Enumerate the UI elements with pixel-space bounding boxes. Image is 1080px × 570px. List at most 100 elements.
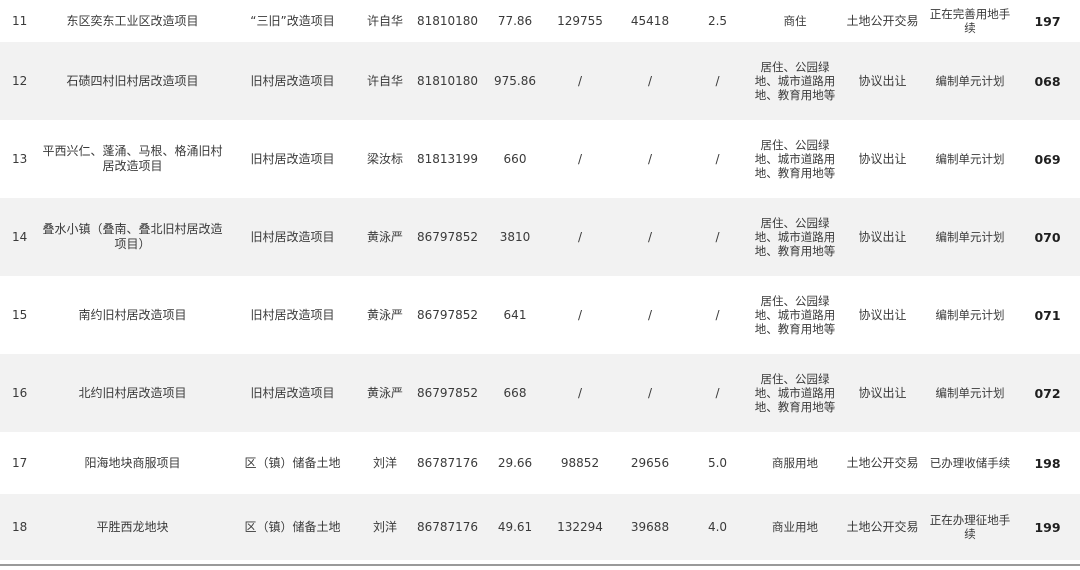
value-3: / [685, 276, 750, 354]
project-status: 正在完善用地手续 [925, 0, 1015, 42]
value-2: 39688 [615, 494, 685, 560]
value-2: / [615, 276, 685, 354]
phone-number: 81810180 [410, 42, 485, 120]
phone-number: 86797852 [410, 198, 485, 276]
land-use: 居住、公园绿地、城市道路用地、教育用地等 [750, 354, 840, 432]
transfer-method: 土地公开交易 [840, 432, 925, 494]
value-2: 29656 [615, 432, 685, 494]
project-code: 199 [1015, 494, 1080, 560]
phone-number: 86797852 [410, 276, 485, 354]
value-2: / [615, 354, 685, 432]
value-3: / [685, 42, 750, 120]
value-1: 98852 [545, 432, 615, 494]
project-type: 区（镇）储备土地 [225, 432, 360, 494]
value-3: / [685, 354, 750, 432]
row-number: 16 [0, 354, 40, 432]
row-number: 14 [0, 198, 40, 276]
project-code: 071 [1015, 276, 1080, 354]
land-use: 商业用地 [750, 494, 840, 560]
table-row: 14 叠水小镇（叠南、叠北旧村居改造项目） 旧村居改造项目 黄泳严 86797852 38… [0, 198, 1080, 276]
project-status: 编制单元计划 [925, 198, 1015, 276]
value-3: / [685, 120, 750, 198]
area-value: 49.61 [485, 494, 545, 560]
table-row: 18 平胜西龙地块 区（镇）储备土地 刘洋 86787176 49.61 132294 396… [0, 494, 1080, 560]
area-value: 77.86 [485, 0, 545, 42]
row-number: 15 [0, 276, 40, 354]
phone-number: 86787176 [410, 494, 485, 560]
project-status: 正在办理征地手续 [925, 494, 1015, 560]
project-type: 旧村居改造项目 [225, 354, 360, 432]
project-name: 平西兴仁、蓬涌、马根、格涌旧村居改造项目 [40, 120, 225, 198]
project-status: 编制单元计划 [925, 42, 1015, 120]
row-number: 11 [0, 0, 40, 42]
table-row: 17 阳海地块商服项目 区（镇）储备土地 刘洋 86787176 29.66 98852 29… [0, 432, 1080, 494]
project-code: 197 [1015, 0, 1080, 42]
project-code: 069 [1015, 120, 1080, 198]
area-value: 3810 [485, 198, 545, 276]
land-use: 居住、公园绿地、城市道路用地、教育用地等 [750, 198, 840, 276]
value-1: / [545, 120, 615, 198]
value-1: 129755 [545, 0, 615, 42]
row-number: 12 [0, 42, 40, 120]
transfer-method: 土地公开交易 [840, 0, 925, 42]
project-name: 叠水小镇（叠南、叠北旧村居改造项目） [40, 198, 225, 276]
contact-person: 黄泳严 [360, 198, 410, 276]
land-use: 商住 [750, 0, 840, 42]
land-use: 居住、公园绿地、城市道路用地、教育用地等 [750, 42, 840, 120]
project-name: 平胜西龙地块 [40, 494, 225, 560]
project-name: 东区奕东工业区改造项目 [40, 0, 225, 42]
transfer-method: 协议出让 [840, 276, 925, 354]
table-row: 11 东区奕东工业区改造项目 “三旧”改造项目 许自华 81810180 77.86 129… [0, 0, 1080, 42]
table-row: 16 北约旧村居改造项目 旧村居改造项目 黄泳严 86797852 668// / 居住、公园… [0, 354, 1080, 432]
project-status: 编制单元计划 [925, 120, 1015, 198]
phone-number: 86797852 [410, 354, 485, 432]
phone-number: 81813199 [410, 120, 485, 198]
value-3: 4.0 [685, 494, 750, 560]
value-3: 5.0 [685, 432, 750, 494]
value-1: / [545, 42, 615, 120]
project-code: 068 [1015, 42, 1080, 120]
contact-person: 许自华 [360, 0, 410, 42]
contact-person: 刘洋 [360, 494, 410, 560]
contact-person: 许自华 [360, 42, 410, 120]
value-1: / [545, 354, 615, 432]
phone-number: 86787176 [410, 432, 485, 494]
value-2: / [615, 198, 685, 276]
project-type: 旧村居改造项目 [225, 276, 360, 354]
row-number: 17 [0, 432, 40, 494]
value-1: 132294 [545, 494, 615, 560]
table-row: 15 南约旧村居改造项目 旧村居改造项目 黄泳严 86797852 641// / 居住、公园… [0, 276, 1080, 354]
value-1: / [545, 198, 615, 276]
value-1: / [545, 276, 615, 354]
table-row: 12 石碛四村旧村居改造项目 旧村居改造项目 许自华 81810180 975.86// /… [0, 42, 1080, 120]
transfer-method: 协议出让 [840, 354, 925, 432]
area-value: 660 [485, 120, 545, 198]
table-bottom-border [0, 564, 1080, 566]
area-value: 641 [485, 276, 545, 354]
project-type: 旧村居改造项目 [225, 120, 360, 198]
project-name: 石碛四村旧村居改造项目 [40, 42, 225, 120]
project-type: “三旧”改造项目 [225, 0, 360, 42]
project-code: 070 [1015, 198, 1080, 276]
transfer-method: 协议出让 [840, 120, 925, 198]
contact-person: 梁汝标 [360, 120, 410, 198]
project-name: 阳海地块商服项目 [40, 432, 225, 494]
project-code: 198 [1015, 432, 1080, 494]
land-use: 商服用地 [750, 432, 840, 494]
project-table: 11 东区奕东工业区改造项目 “三旧”改造项目 许自华 81810180 77.86 129… [0, 0, 1080, 560]
contact-person: 刘洋 [360, 432, 410, 494]
value-2: / [615, 120, 685, 198]
project-status: 已办理收储手续 [925, 432, 1015, 494]
area-value: 29.66 [485, 432, 545, 494]
project-status: 编制单元计划 [925, 276, 1015, 354]
value-3: / [685, 198, 750, 276]
row-number: 18 [0, 494, 40, 560]
contact-person: 黄泳严 [360, 276, 410, 354]
project-type: 旧村居改造项目 [225, 42, 360, 120]
area-value: 668 [485, 354, 545, 432]
land-use: 居住、公园绿地、城市道路用地、教育用地等 [750, 276, 840, 354]
transfer-method: 协议出让 [840, 42, 925, 120]
contact-person: 黄泳严 [360, 354, 410, 432]
project-type: 旧村居改造项目 [225, 198, 360, 276]
project-code: 072 [1015, 354, 1080, 432]
